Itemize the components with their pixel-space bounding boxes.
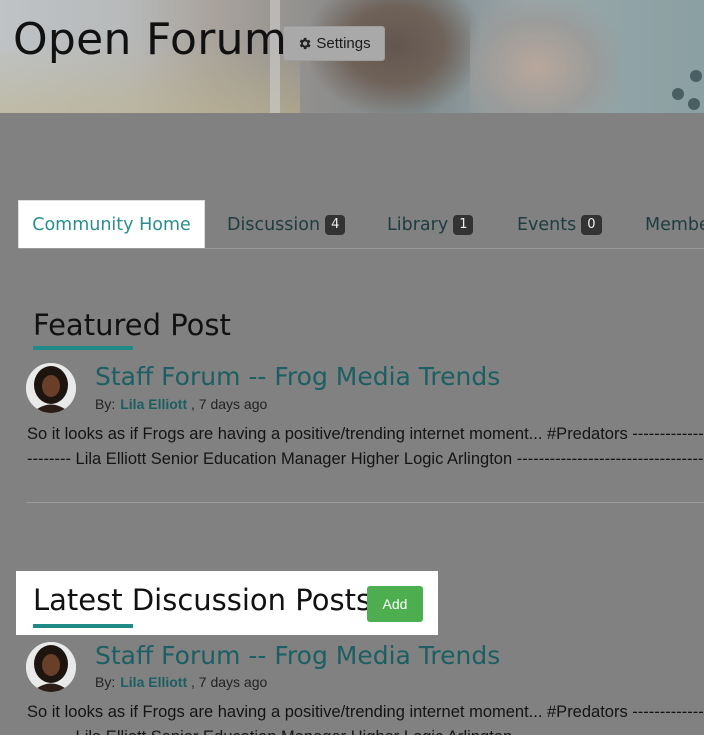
tab-label: Members <box>645 214 704 235</box>
tabs-divider <box>18 248 704 249</box>
tab-community-home[interactable]: Community Home <box>18 200 205 249</box>
post-time: , 7 days ago <box>191 674 268 690</box>
tab-members[interactable]: Members <box>645 200 704 249</box>
by-label: By: <box>95 396 116 412</box>
post-time: , 7 days ago <box>191 396 268 412</box>
gear-icon <box>300 37 311 50</box>
author-link[interactable]: Lila Elliott <box>120 674 187 690</box>
section-divider <box>26 502 704 503</box>
author-link[interactable]: Lila Elliott <box>120 396 187 412</box>
excerpt-line: -------- Lila Elliott Senior Education M… <box>27 450 704 468</box>
post-byline: By: Lila Elliott , 7 days ago <box>95 674 267 690</box>
excerpt-line: So it looks as if Frogs are having a pos… <box>27 703 704 721</box>
avatar[interactable] <box>26 642 76 692</box>
post-excerpt: So it looks as if Frogs are having a pos… <box>27 700 704 735</box>
tab-label: Community Home <box>32 214 191 235</box>
avatar[interactable] <box>26 363 76 413</box>
excerpt-line: So it looks as if Frogs are having a pos… <box>27 425 704 443</box>
tab-label: Library <box>387 214 449 235</box>
add-button[interactable]: Add <box>367 586 423 622</box>
page-title: Open Forum <box>13 14 288 65</box>
count-badge: 1 <box>453 214 474 235</box>
post-excerpt: So it looks as if Frogs are having a pos… <box>27 422 704 472</box>
tab-events[interactable]: Events 0 <box>517 200 602 249</box>
heading-underline <box>33 624 133 628</box>
tab-label: Events <box>517 214 577 235</box>
heading-underline <box>33 346 133 350</box>
settings-label: Settings <box>316 35 371 52</box>
excerpt-line: -------- Lila Elliott Senior Education M… <box>27 725 704 735</box>
latest-heading: Latest Discussion Posts <box>33 583 372 617</box>
count-badge: 0 <box>581 214 602 235</box>
tab-label: Discussion <box>227 214 321 235</box>
post-title-link[interactable]: Staff Forum -- Frog Media Trends <box>95 362 500 391</box>
tab-library[interactable]: Library 1 <box>387 200 474 249</box>
count-badge: 4 <box>325 214 346 235</box>
by-label: By: <box>95 674 116 690</box>
featured-heading: Featured Post <box>33 308 231 342</box>
post-title-link[interactable]: Staff Forum -- Frog Media Trends <box>95 641 500 670</box>
post-byline: By: Lila Elliott , 7 days ago <box>95 396 267 412</box>
tab-discussion[interactable]: Discussion 4 <box>227 200 346 249</box>
settings-button[interactable]: Settings <box>283 26 385 61</box>
